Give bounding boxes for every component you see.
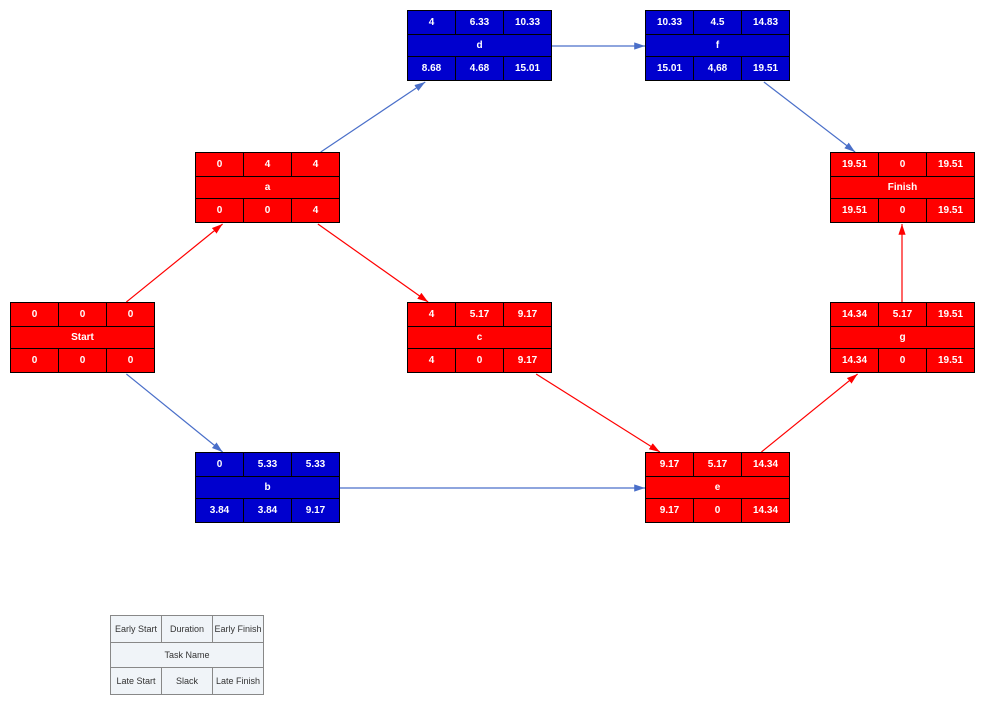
task-name: Finish <box>831 177 975 199</box>
slack: 0 <box>244 199 292 223</box>
dur: 4.5 <box>694 11 742 35</box>
legend-ls: Late Start <box>111 668 162 695</box>
legend-ef: Early Finish <box>213 616 264 643</box>
lf: 9.17 <box>504 349 552 373</box>
lf: 9.17 <box>292 499 340 523</box>
es: 19.51 <box>831 153 879 177</box>
node-d: 46.3310.33d8.684.6815.01 <box>407 10 552 81</box>
node-finish: 19.51019.51Finish19.51019.51 <box>830 152 975 223</box>
es: 4 <box>408 303 456 327</box>
node-c: 45.179.17c409.17 <box>407 302 552 373</box>
legend-lf: Late Finish <box>213 668 264 695</box>
ls: 3.84 <box>196 499 244 523</box>
lf: 0 <box>107 349 155 373</box>
ef: 14.34 <box>742 453 790 477</box>
ef: 0 <box>107 303 155 327</box>
es: 0 <box>196 153 244 177</box>
node-b: 05.335.33b3.843.849.17 <box>195 452 340 523</box>
edge-a-d <box>321 82 426 152</box>
task-name: b <box>196 477 340 499</box>
task-name: a <box>196 177 340 199</box>
edge-start-a <box>126 224 222 302</box>
es: 9.17 <box>646 453 694 477</box>
dur: 0 <box>879 153 927 177</box>
legend-name: Task Name <box>111 643 264 668</box>
edge-e-g <box>761 374 857 452</box>
dur: 0 <box>59 303 107 327</box>
ls: 19.51 <box>831 199 879 223</box>
ef: 4 <box>292 153 340 177</box>
ls: 0 <box>196 199 244 223</box>
ef: 10.33 <box>504 11 552 35</box>
dur: 6.33 <box>456 11 504 35</box>
dur: 4 <box>244 153 292 177</box>
es: 0 <box>196 453 244 477</box>
ef: 5.33 <box>292 453 340 477</box>
legend-es: Early Start <box>111 616 162 643</box>
lf: 19.51 <box>742 57 790 81</box>
es: 10.33 <box>646 11 694 35</box>
task-name: f <box>646 35 790 57</box>
task-name: e <box>646 477 790 499</box>
es: 0 <box>11 303 59 327</box>
ef: 19.51 <box>927 303 975 327</box>
ls: 14.34 <box>831 349 879 373</box>
slack: 0 <box>879 349 927 373</box>
ef: 14.83 <box>742 11 790 35</box>
es: 14.34 <box>831 303 879 327</box>
task-name: Start <box>11 327 155 349</box>
node-a: 044a004 <box>195 152 340 223</box>
ef: 9.17 <box>504 303 552 327</box>
ef: 19.51 <box>927 153 975 177</box>
slack: 0 <box>456 349 504 373</box>
ls: 4 <box>408 349 456 373</box>
lf: 19.51 <box>927 349 975 373</box>
task-name: d <box>408 35 552 57</box>
edge-c-e <box>536 374 660 452</box>
node-g: 14.345.1719.51g14.34019.51 <box>830 302 975 373</box>
task-name: g <box>831 327 975 349</box>
slack: 4.68 <box>456 57 504 81</box>
lf: 14.34 <box>742 499 790 523</box>
slack: 4,68 <box>694 57 742 81</box>
dur: 5.17 <box>694 453 742 477</box>
legend-dur: Duration <box>162 616 213 643</box>
node-start: 000Start000 <box>10 302 155 373</box>
ls: 8.68 <box>408 57 456 81</box>
legend: Early Start Duration Early Finish Task N… <box>110 615 264 695</box>
edge-a-c <box>318 224 428 302</box>
ls: 0 <box>11 349 59 373</box>
node-e: 9.175.1714.34e9.17014.34 <box>645 452 790 523</box>
lf: 19.51 <box>927 199 975 223</box>
es: 4 <box>408 11 456 35</box>
dur: 5.33 <box>244 453 292 477</box>
legend-slack: Slack <box>162 668 213 695</box>
edge-f-finish <box>764 82 855 152</box>
dur: 5.17 <box>456 303 504 327</box>
dur: 5.17 <box>879 303 927 327</box>
node-f: 10.334.514.83f15.014,6819.51 <box>645 10 790 81</box>
ls: 9.17 <box>646 499 694 523</box>
slack: 0 <box>879 199 927 223</box>
slack: 0 <box>694 499 742 523</box>
lf: 4 <box>292 199 340 223</box>
ls: 15.01 <box>646 57 694 81</box>
task-name: c <box>408 327 552 349</box>
lf: 15.01 <box>504 57 552 81</box>
slack: 3.84 <box>244 499 292 523</box>
slack: 0 <box>59 349 107 373</box>
edge-start-b <box>126 374 222 452</box>
